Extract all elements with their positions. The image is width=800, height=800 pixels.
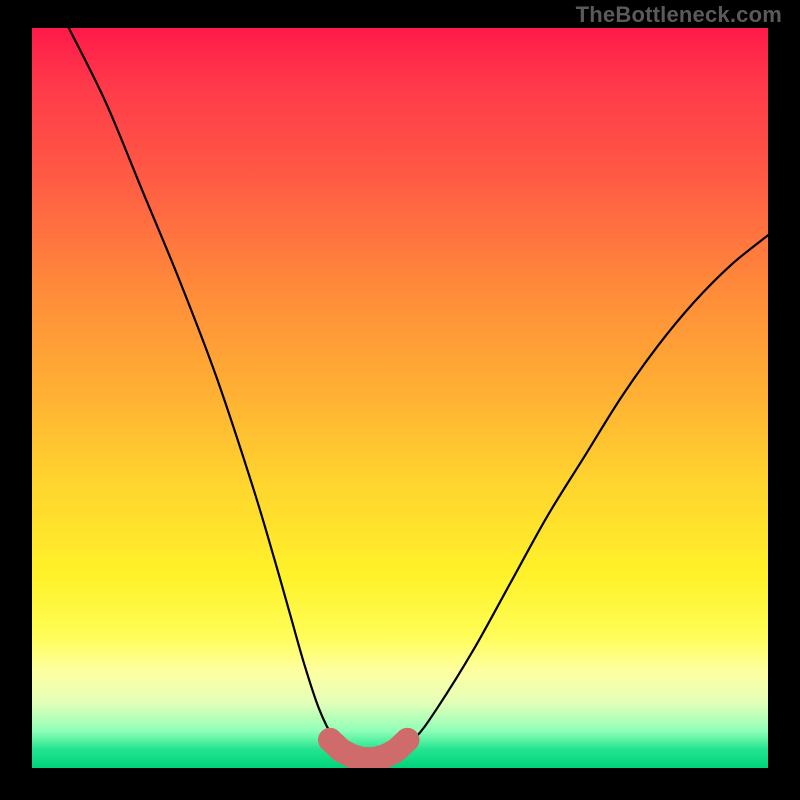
- marker-dot: [395, 728, 419, 752]
- bottleneck-curve: [69, 28, 768, 762]
- curve-path: [69, 28, 768, 762]
- bottom-markers: [318, 728, 419, 768]
- chart-svg: [32, 28, 768, 768]
- watermark-text: TheBottleneck.com: [576, 2, 782, 28]
- figure-root: TheBottleneck.com: [0, 0, 800, 800]
- plot-area: [32, 28, 768, 768]
